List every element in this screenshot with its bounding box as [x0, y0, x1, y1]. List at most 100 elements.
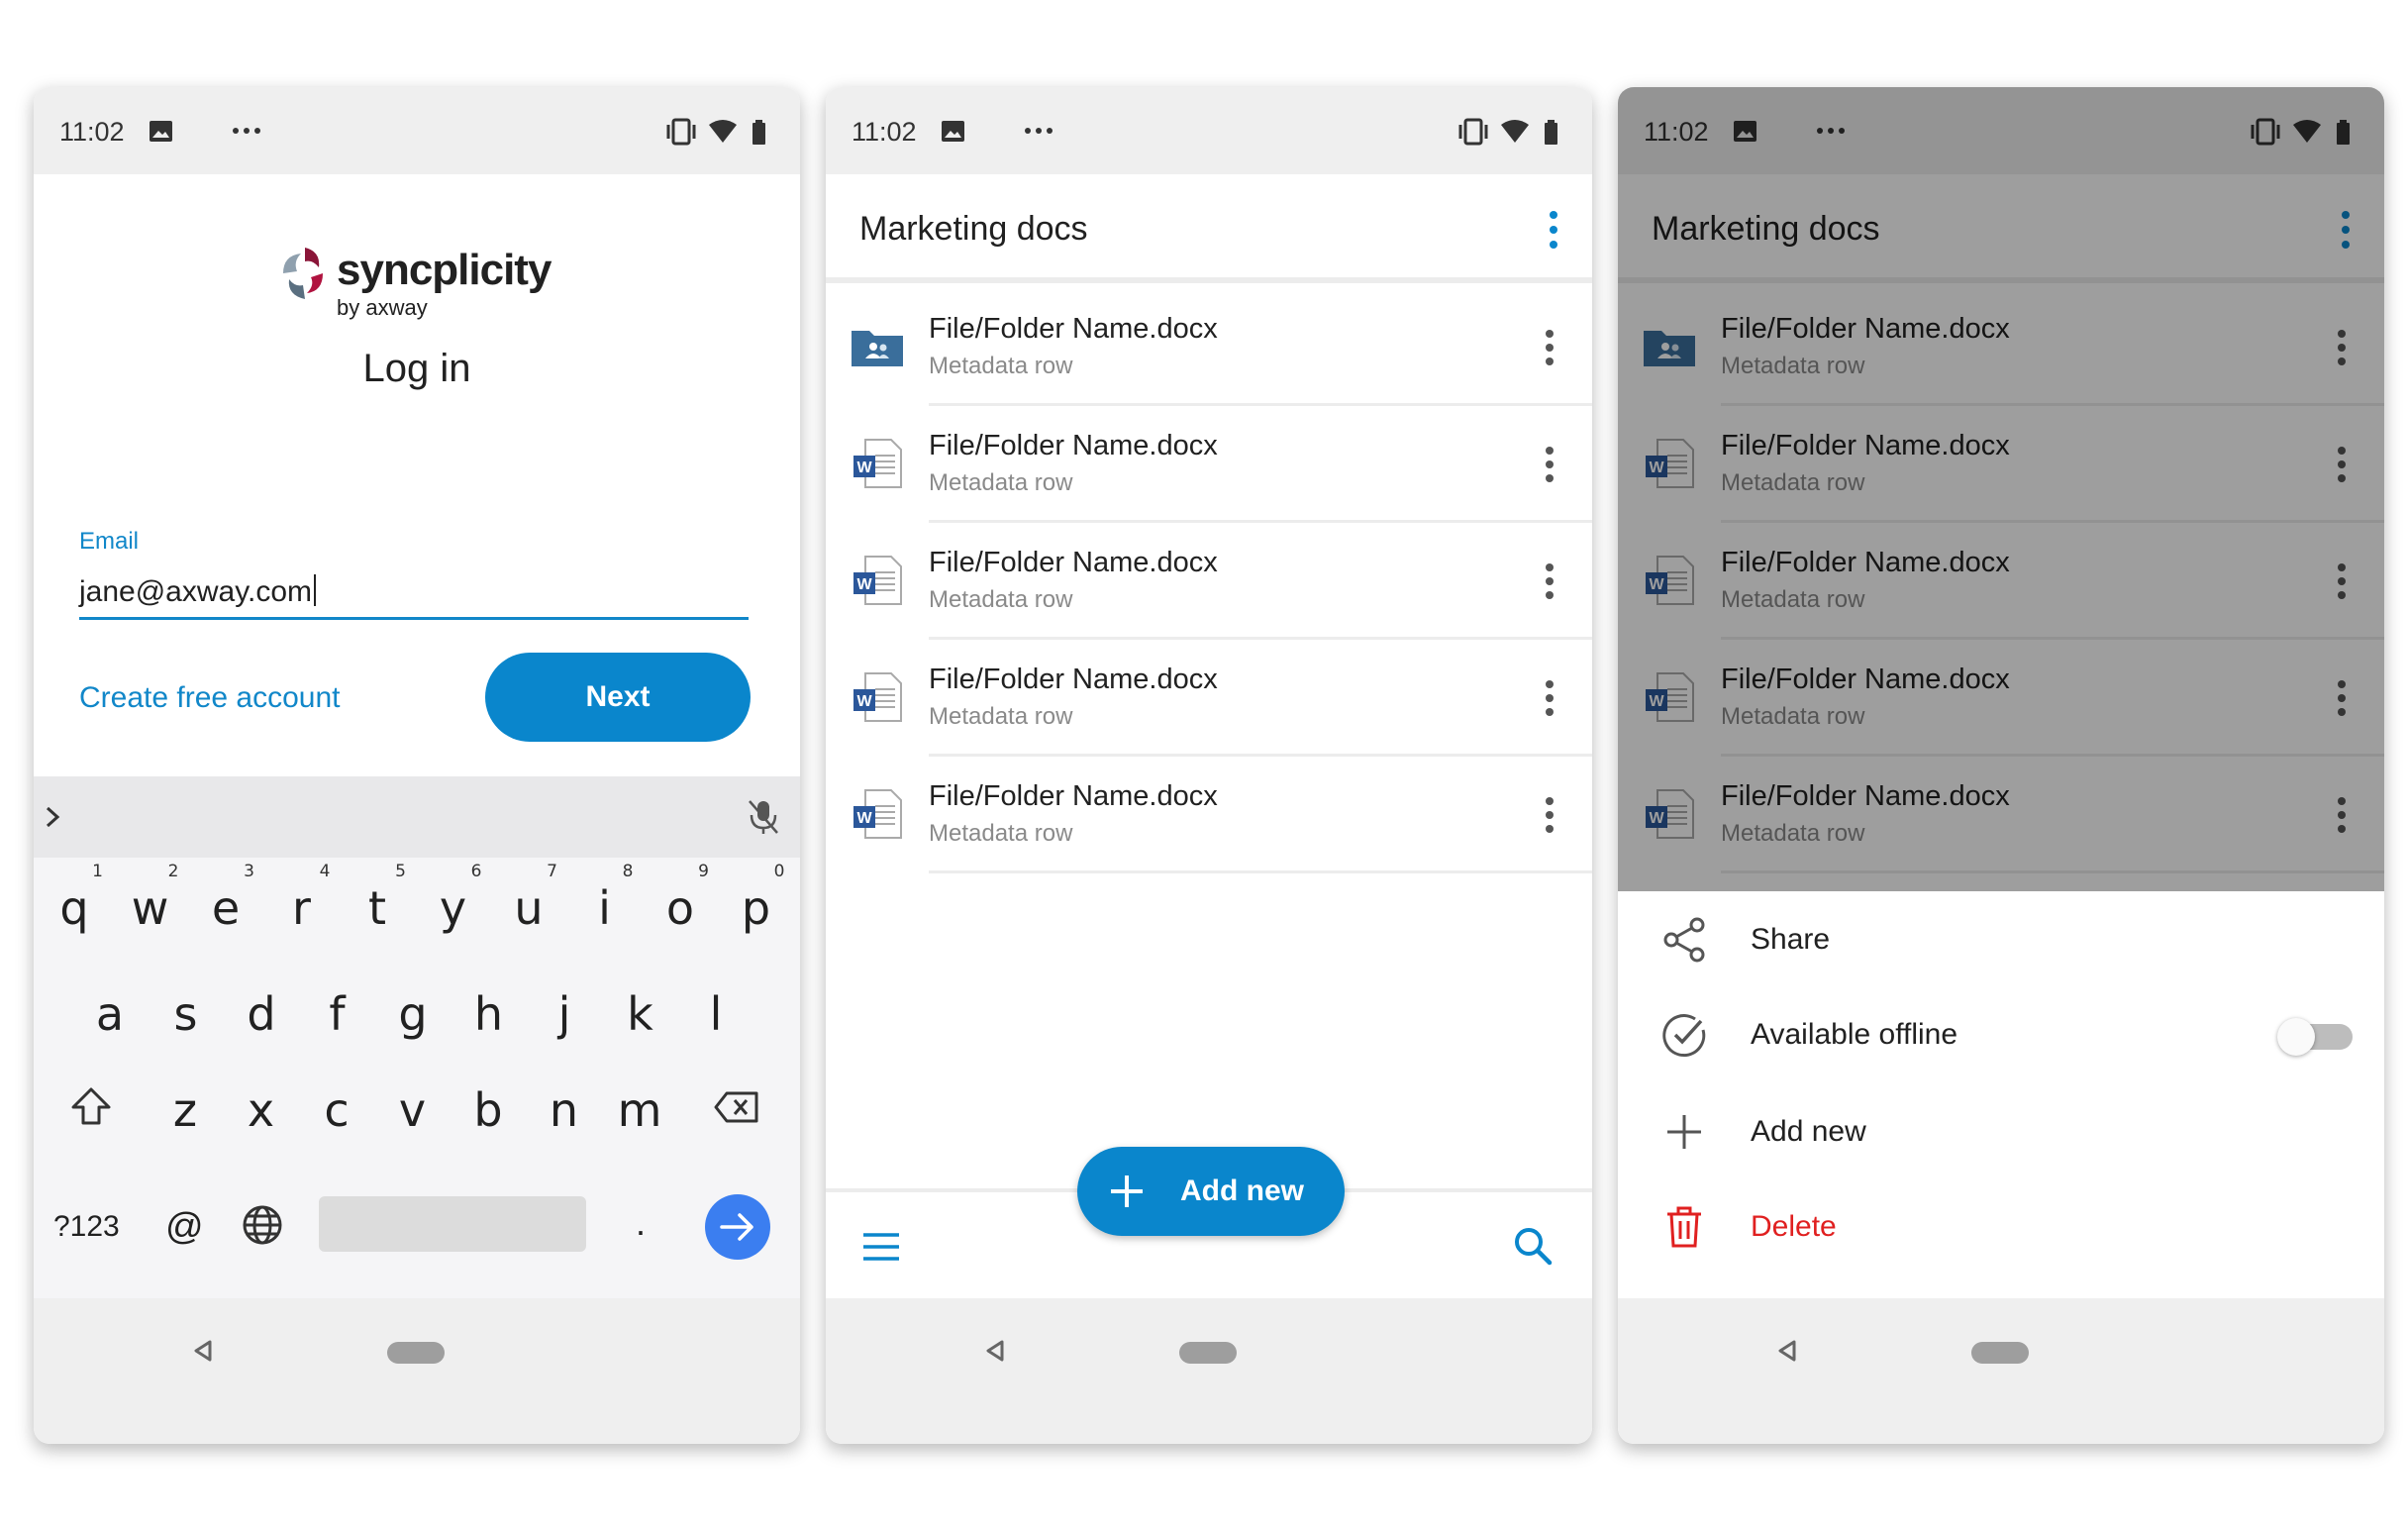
file-row[interactable]: W File/Folder Name.docx Metadata row: [826, 406, 1592, 523]
more-vert-icon[interactable]: [2337, 446, 2347, 483]
svg-text:W: W: [856, 460, 872, 476]
key-g[interactable]: g: [378, 977, 448, 1047]
key-label: g: [398, 987, 428, 1041]
file-row[interactable]: W File/Folder Name.docx Metadata row: [1618, 757, 2384, 873]
email-field[interactable]: jane@axway.com: [79, 574, 316, 609]
key-hint: 9: [698, 862, 709, 881]
key-s[interactable]: s: [151, 977, 221, 1047]
shared-folder-icon: [852, 331, 903, 366]
delete-action[interactable]: Delete: [1618, 1178, 2384, 1274]
nav-back-icon[interactable]: [984, 1339, 1006, 1363]
key-l[interactable]: l: [681, 977, 751, 1047]
space-key[interactable]: [319, 1196, 586, 1252]
at-key[interactable]: @: [165, 1206, 204, 1249]
key-label: t: [367, 881, 387, 935]
globe-key-icon[interactable]: [242, 1204, 283, 1246]
file-row[interactable]: W File/Folder Name.docx Metadata row: [826, 757, 1592, 873]
search-icon[interactable]: [1513, 1226, 1553, 1266]
key-m[interactable]: m: [605, 1073, 674, 1143]
key-u[interactable]: 7u: [494, 862, 563, 941]
key-j[interactable]: j: [530, 977, 599, 1047]
shift-key-icon[interactable]: [69, 1085, 113, 1127]
file-row[interactable]: W File/Folder Name.docx Metadata row: [1618, 406, 2384, 523]
offline-toggle[interactable]: [2277, 1018, 2355, 1056]
key-r[interactable]: 4r: [267, 862, 337, 941]
key-t[interactable]: 5t: [343, 862, 412, 941]
file-row[interactable]: File/Folder Name.docx Metadata row: [826, 289, 1592, 406]
key-n[interactable]: n: [530, 1073, 599, 1143]
key-v[interactable]: v: [378, 1073, 448, 1143]
key-a[interactable]: a: [75, 977, 145, 1047]
nav-back-icon[interactable]: [1776, 1339, 1798, 1363]
key-p[interactable]: 0p: [722, 862, 791, 941]
key-b[interactable]: b: [453, 1073, 523, 1143]
more-vert-icon[interactable]: [2341, 210, 2351, 250]
nav-back-icon[interactable]: [192, 1339, 214, 1363]
file-name: File/Folder Name.docx: [929, 664, 1218, 695]
create-account-link[interactable]: Create free account: [79, 681, 340, 715]
word-doc-icon: W: [1646, 556, 1694, 605]
file-name: File/Folder Name.docx: [1721, 430, 2010, 461]
vibrate-icon: [2251, 118, 2280, 146]
nav-home-button[interactable]: [387, 1342, 445, 1364]
backspace-key-icon[interactable]: [713, 1089, 760, 1125]
wifi-icon: [709, 120, 737, 143]
more-vert-icon[interactable]: [1545, 562, 1555, 600]
key-z[interactable]: z: [150, 1073, 220, 1143]
key-label: b: [473, 1083, 503, 1137]
period-key[interactable]: .: [636, 1202, 646, 1244]
more-vert-icon[interactable]: [1545, 329, 1555, 366]
file-metadata: Metadata row: [1721, 820, 1865, 847]
file-row[interactable]: File/Folder Name.docx Metadata row: [1618, 289, 2384, 406]
trash-icon: [1667, 1206, 1701, 1248]
menu-icon[interactable]: [861, 1232, 901, 1262]
svg-text:W: W: [1649, 810, 1664, 827]
key-x[interactable]: x: [227, 1073, 296, 1143]
key-i[interactable]: 8i: [570, 862, 640, 941]
svg-text:W: W: [1649, 693, 1664, 710]
key-o[interactable]: 9o: [646, 862, 715, 941]
key-f[interactable]: f: [303, 977, 372, 1047]
key-y[interactable]: 6y: [419, 862, 488, 941]
key-h[interactable]: h: [454, 977, 524, 1047]
more-vert-icon[interactable]: [1545, 679, 1555, 717]
svg-text:W: W: [1649, 460, 1664, 476]
key-e[interactable]: 3e: [191, 862, 260, 941]
more-vert-icon[interactable]: [2337, 329, 2347, 366]
more-notifications-icon: [1025, 128, 1053, 134]
available-offline-action[interactable]: Available offline: [1618, 986, 2384, 1081]
file-row[interactable]: W File/Folder Name.docx Metadata row: [1618, 523, 2384, 640]
delete-label: Delete: [1751, 1210, 1837, 1243]
file-row[interactable]: W File/Folder Name.docx Metadata row: [826, 640, 1592, 757]
key-d[interactable]: d: [227, 977, 296, 1047]
more-vert-icon[interactable]: [2337, 796, 2347, 834]
more-vert-icon[interactable]: [1545, 796, 1555, 834]
more-vert-icon[interactable]: [1549, 210, 1558, 250]
next-button[interactable]: Next: [485, 653, 751, 742]
add-new-action[interactable]: Add new: [1618, 1083, 2384, 1178]
mic-off-icon[interactable]: [747, 798, 780, 836]
share-action[interactable]: Share: [1618, 891, 2384, 986]
key-w[interactable]: 2w: [116, 862, 185, 941]
more-vert-icon[interactable]: [2337, 562, 2347, 600]
go-key[interactable]: [705, 1194, 770, 1260]
folder-title: Marketing docs: [1652, 210, 1880, 248]
status-bar: 11:02: [1618, 87, 2384, 174]
more-vert-icon[interactable]: [1545, 446, 1555, 483]
nav-home-button[interactable]: [1971, 1342, 2029, 1364]
file-row[interactable]: W File/Folder Name.docx Metadata row: [826, 523, 1592, 640]
key-k[interactable]: k: [606, 977, 675, 1047]
add-new-button[interactable]: Add new: [1077, 1147, 1345, 1236]
status-time: 11:02: [852, 117, 917, 147]
key-hint: 6: [470, 862, 482, 881]
more-vert-icon[interactable]: [2337, 679, 2347, 717]
symbols-key[interactable]: ?123: [53, 1210, 120, 1244]
file-name: File/Folder Name.docx: [1721, 547, 2010, 578]
chevron-right-icon[interactable]: [44, 804, 61, 830]
key-q[interactable]: 1q: [40, 862, 109, 941]
key-c[interactable]: c: [302, 1073, 371, 1143]
nav-home-button[interactable]: [1179, 1342, 1237, 1364]
key-hint: 5: [395, 862, 406, 881]
system-nav-bar: [826, 1298, 1592, 1444]
file-row[interactable]: W File/Folder Name.docx Metadata row: [1618, 640, 2384, 757]
